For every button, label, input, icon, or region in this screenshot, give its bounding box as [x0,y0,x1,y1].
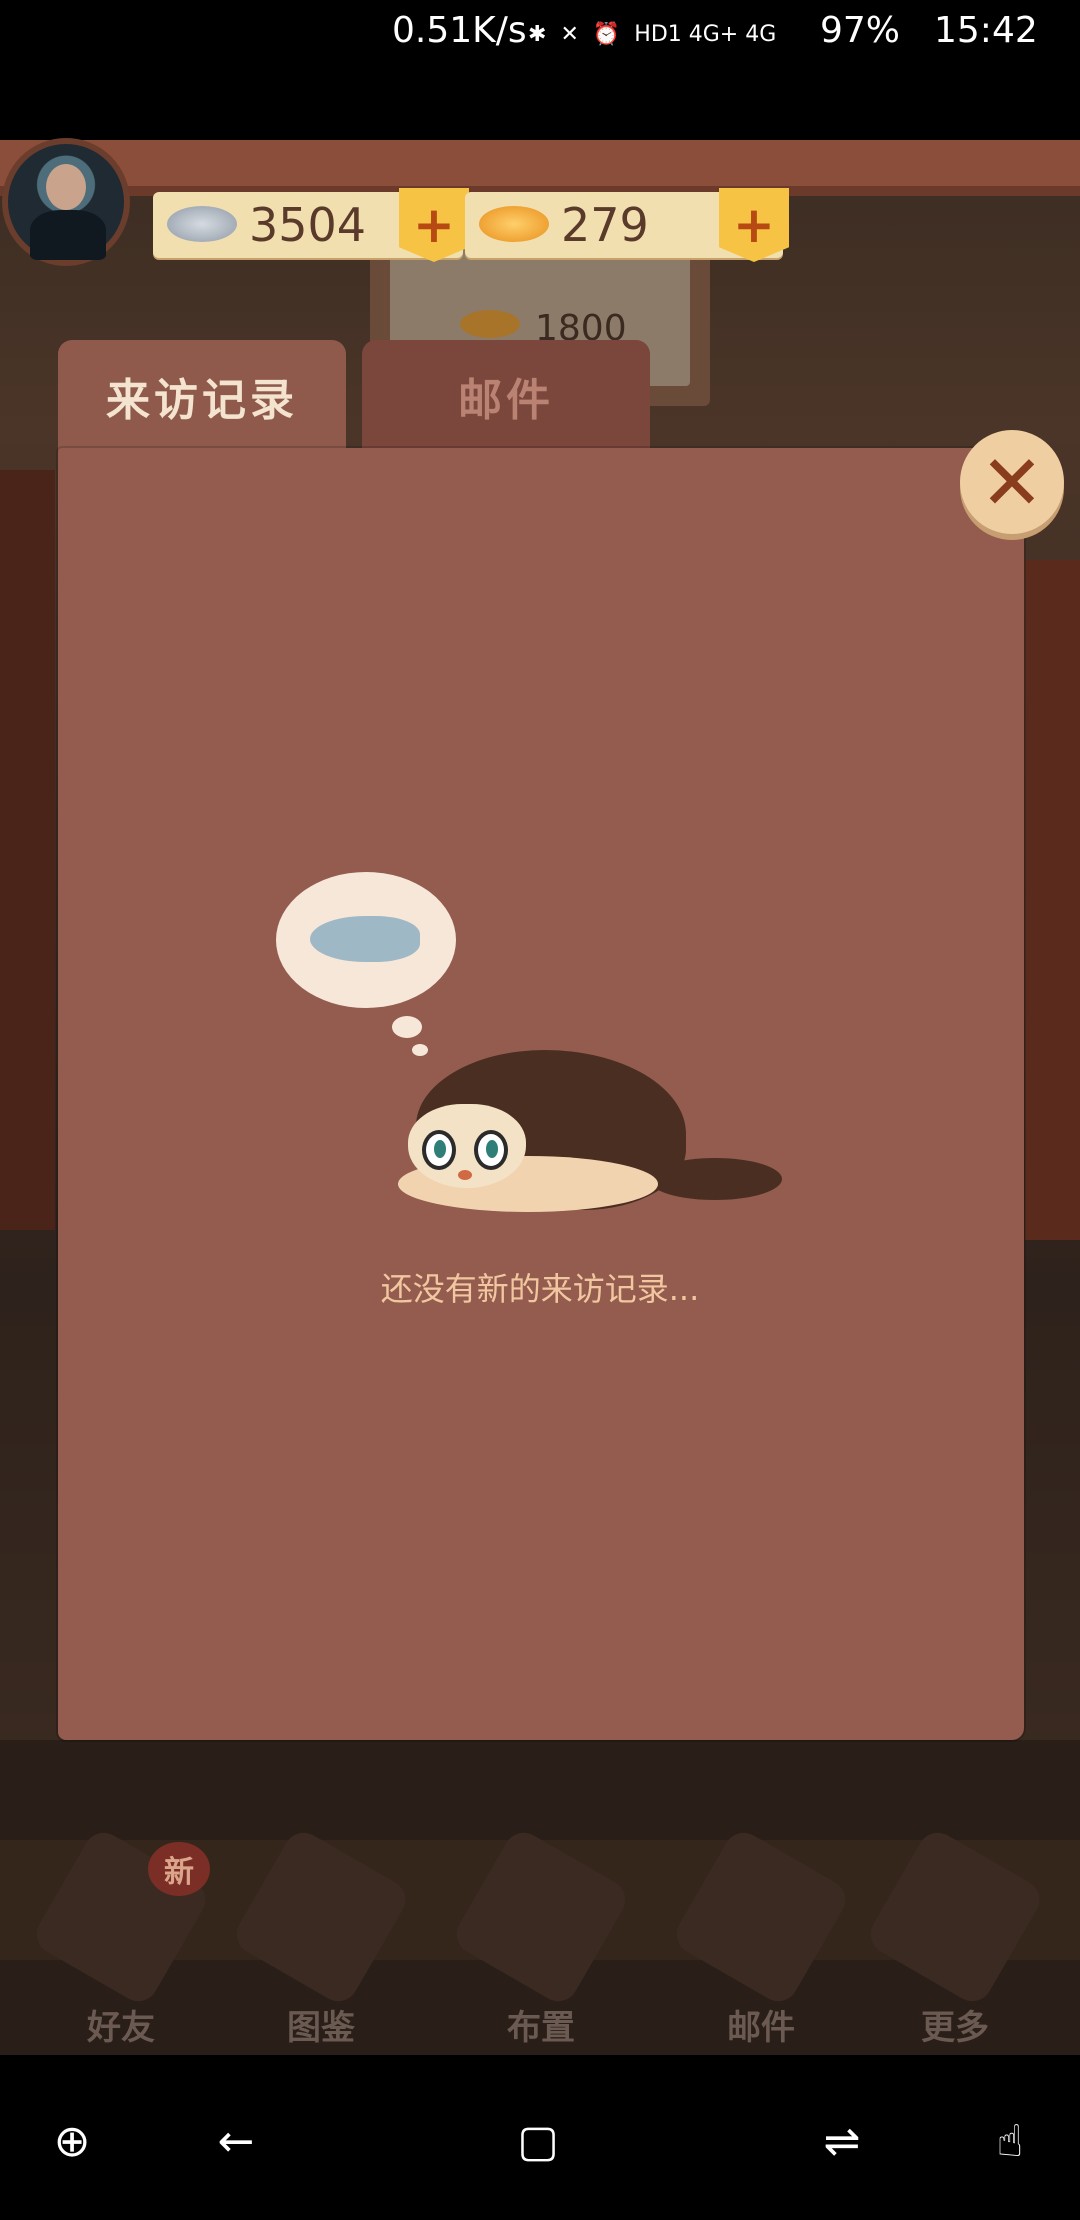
tab-visit-records[interactable]: 来访记录 [58,340,346,452]
cat-pupil [486,1140,498,1158]
bluetooth-icon: ✱ [528,21,547,47]
player-avatar[interactable] [2,138,130,266]
silver-fish-icon [167,206,237,242]
home-icon[interactable]: ▢ [508,2111,568,2171]
silver-fish-amount: 3504 [249,198,367,252]
menu-mail[interactable]: 邮件 [669,1825,853,2048]
empty-state-message: 还没有新的来访记录... [380,1270,700,1308]
menu-layout-label: 布置 [507,2008,575,2048]
game-tools-icon[interactable]: ⊕ [42,2111,102,2171]
gold-fish-amount: 279 [561,198,649,252]
avatar-face [46,164,86,210]
menu-mail-label: 邮件 [727,2008,795,2048]
mute-icon: ✕ [560,21,579,47]
avatar-body [30,210,106,260]
sleeping-cat-illustration [390,1040,800,1220]
question-icon [863,1825,1047,2009]
silver-fish-counter: 3504 + [153,188,469,262]
cat-pupil [434,1140,446,1158]
gold-fish-counter: 279 + [465,188,789,262]
add-silver-fish-button[interactable]: + [399,188,469,262]
envelope-icon [669,1825,853,2009]
alarm-icon: ⏰ [592,21,621,47]
add-gold-fish-button[interactable]: + [719,188,789,262]
gold-fish-icon [460,310,520,338]
menu-guide[interactable]: 图鉴 [229,1825,413,2048]
left-curtain [0,470,55,1230]
top-beam [0,140,1080,196]
gold-fish-icon [479,206,549,242]
network-speed: 0.51K/s [392,10,527,51]
menu-guide-label: 图鉴 [287,2008,355,2048]
status-bar: 0.51K/s ✱ ✕ ⏰ HD1 4G+ 4G 97% 15:42 [0,0,1080,140]
right-curtain [1025,560,1080,1240]
battery-percent: 97% [820,10,901,51]
menu-more[interactable]: 更多 [863,1825,1047,2048]
new-badge: 新 [148,1842,210,1896]
fish-icon [310,916,420,962]
recent-apps-icon[interactable]: ⇌ [812,2111,872,2171]
menu-layout[interactable]: 布置 [449,1825,633,2048]
tab-mail[interactable]: 邮件 [362,340,650,452]
book-icon [229,1825,413,2009]
back-icon[interactable]: ← [206,2111,266,2171]
thought-dot [392,1016,422,1038]
network-label: HD1 4G+ 4G [634,21,777,47]
cat-nose [458,1170,472,1180]
touch-assist-icon[interactable]: ☝ [980,2111,1040,2171]
system-nav-bar: ⊕ ← ▢ ⇌ ☝ [0,2055,1080,2220]
close-button[interactable]: ✕ [960,430,1064,534]
menu-friends-label: 好友 [87,2008,155,2048]
menu-more-label: 更多 [921,2008,989,2048]
clock: 15:42 [934,10,1038,51]
plant-icon [449,1825,633,2009]
